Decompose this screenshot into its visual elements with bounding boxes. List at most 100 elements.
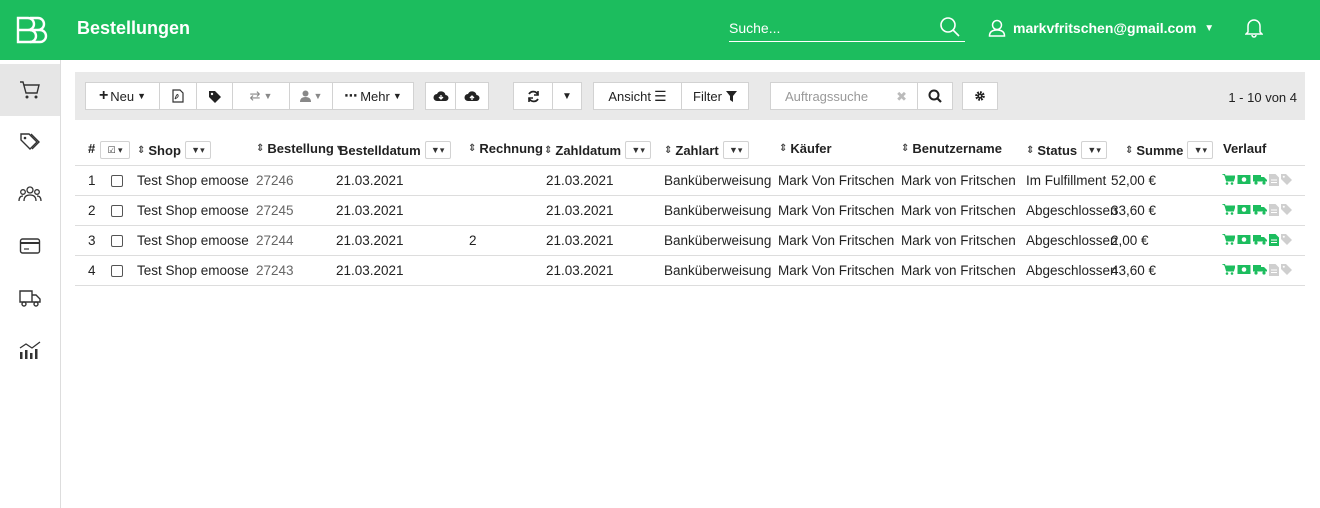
more-button-label: Mehr [360, 88, 390, 104]
money-icon[interactable] [1237, 204, 1251, 215]
status-change-button[interactable]: ⇄ ▼ [232, 82, 290, 110]
sidebar-item-products[interactable] [0, 116, 60, 168]
select-all-toggle[interactable]: ☑ ▾ [100, 141, 130, 159]
cloud-upload-button[interactable] [455, 82, 489, 110]
header-number: # [88, 141, 96, 156]
filter-icon[interactable]: ▼▾ [1081, 141, 1108, 159]
pdf-button[interactable] [159, 82, 197, 110]
tag-button[interactable] [196, 82, 233, 110]
row-order-number[interactable]: 27244 [256, 233, 294, 248]
cart-icon[interactable] [1222, 174, 1235, 185]
refresh-dropdown-button[interactable]: ▼ [552, 82, 582, 110]
truck-icon[interactable] [1253, 234, 1267, 245]
view-button[interactable]: Ansicht ☰ [593, 82, 682, 110]
row-username: Mark von Fritschen [901, 173, 1016, 188]
row-checkbox[interactable] [111, 265, 123, 277]
row-checkbox[interactable] [111, 235, 123, 247]
tag-icon[interactable] [1281, 234, 1292, 245]
filter-icon[interactable]: ▼▾ [625, 141, 652, 159]
search-icon[interactable] [939, 16, 961, 38]
header-payment-date[interactable]: ⇕ Zahldatum ▼▾ [544, 141, 652, 159]
money-icon[interactable] [1237, 234, 1251, 245]
row-total: 43,60 € [1111, 263, 1157, 278]
table-row[interactable]: 2 Test Shop emoose 27245 21.03.2021 21.03.20… [75, 196, 1305, 226]
cart-icon[interactable] [1222, 264, 1235, 275]
filter-icon[interactable]: ▼▾ [1187, 141, 1214, 159]
row-number: 4 [88, 263, 96, 278]
filter-icon[interactable]: ▼▾ [184, 141, 211, 159]
cloud-download-button[interactable] [425, 82, 456, 110]
row-order-number[interactable]: 27245 [256, 203, 294, 218]
table-row[interactable]: 4 Test Shop emoose 27243 21.03.2021 21.03.20… [75, 256, 1305, 286]
cart-icon[interactable] [1222, 204, 1235, 215]
header-buyer[interactable]: ⇕ Käufer [779, 141, 832, 156]
row-order-number[interactable]: 27246 [256, 173, 294, 188]
chevron-down-icon: ▼ [1204, 22, 1215, 34]
header-invoice[interactable]: ⇕ Rechnung [468, 141, 543, 156]
pagination-info: 1 - 10 von 4 [1228, 90, 1297, 105]
header-invoice-label: Rechnung [479, 141, 543, 156]
more-button[interactable]: ⋯ Mehr ▼ [332, 82, 414, 110]
filter-icon[interactable]: ▼▾ [424, 141, 451, 159]
tag-icon[interactable] [1281, 174, 1292, 185]
money-icon[interactable] [1237, 264, 1251, 275]
row-username: Mark von Fritschen [901, 263, 1016, 278]
row-status: Abgeschlossen [1026, 203, 1118, 218]
sidebar-item-shipping[interactable] [0, 272, 60, 324]
row-total: 2,00 € [1111, 233, 1149, 248]
header-payment-date-label: Zahldatum [555, 142, 622, 158]
header-shop[interactable]: ⇕ Shop ▼▾ [137, 141, 211, 159]
refresh-button[interactable] [513, 82, 553, 110]
order-search-input[interactable] [785, 89, 895, 104]
list-icon: ☰ [654, 87, 667, 104]
header-username[interactable]: ⇕ Benutzername [901, 141, 1002, 156]
row-payment-type: Banküberweisung [664, 173, 772, 188]
row-order-number[interactable]: 27243 [256, 263, 294, 278]
table-row[interactable]: 3 Test Shop emoose 27244 21.03.2021 2 21.03.2… [75, 226, 1305, 256]
sidebar-item-customers[interactable] [0, 168, 60, 220]
header-status[interactable]: ⇕ Status ▼▾ [1026, 141, 1108, 159]
sidebar-item-analytics[interactable] [0, 324, 60, 376]
filter-button[interactable]: Filter [681, 82, 749, 110]
header-order[interactable]: ⇕ Bestellung ▾ [256, 141, 343, 156]
tag-icon[interactable] [1281, 264, 1292, 275]
header-total[interactable]: ⇕ Summe ▼▾ [1125, 141, 1214, 159]
user-menu[interactable]: markvfritschen@gmail.com ▼ [988, 19, 1214, 37]
gear-icon [975, 91, 985, 101]
tag-icon [209, 90, 221, 103]
header-order-date[interactable]: Bestelldatum ▼▾ [339, 141, 451, 159]
row-payment-date: 21.03.2021 [546, 203, 614, 218]
search-button[interactable] [917, 82, 953, 110]
invoice-icon[interactable] [1269, 264, 1279, 276]
truck-icon[interactable] [1253, 264, 1267, 275]
cloud-upload-icon [464, 91, 480, 101]
invoice-icon[interactable] [1269, 204, 1279, 216]
row-checkbox[interactable] [111, 205, 123, 217]
settings-button[interactable] [962, 82, 998, 110]
filter-icon[interactable]: ▼▾ [722, 141, 749, 159]
truck-icon[interactable] [1253, 204, 1267, 215]
tag-icon[interactable] [1281, 204, 1292, 215]
cart-icon[interactable] [1222, 234, 1235, 245]
sidebar-item-payments[interactable] [0, 220, 60, 272]
table-row[interactable]: 1 Test Shop emoose 27246 21.03.2021 21.03.20… [75, 166, 1305, 196]
sort-icon: ⇕ [779, 143, 788, 154]
row-checkbox[interactable] [111, 175, 123, 187]
clear-icon[interactable]: ✖ [896, 89, 907, 105]
sidebar-item-orders[interactable] [0, 64, 60, 116]
invoice-icon[interactable] [1269, 174, 1279, 186]
global-search-input[interactable] [729, 20, 929, 36]
bell-icon[interactable] [1245, 18, 1263, 38]
money-icon[interactable] [1237, 174, 1251, 185]
user-email: markvfritschen@gmail.com [1013, 20, 1197, 36]
assign-user-button[interactable]: ▼ [289, 82, 333, 110]
header-payment-type[interactable]: ⇕ Zahlart ▼▾ [664, 141, 749, 159]
logo-icon[interactable] [8, 14, 52, 46]
row-payment-type: Banküberweisung [664, 263, 772, 278]
header-username-label: Benutzername [912, 141, 1002, 156]
truck-icon[interactable] [1253, 174, 1267, 185]
new-button[interactable]: + Neu ▼ [85, 82, 160, 110]
sort-icon: ⇕ [1026, 144, 1035, 156]
invoice-icon[interactable] [1269, 234, 1279, 246]
row-payment-date: 21.03.2021 [546, 263, 614, 278]
